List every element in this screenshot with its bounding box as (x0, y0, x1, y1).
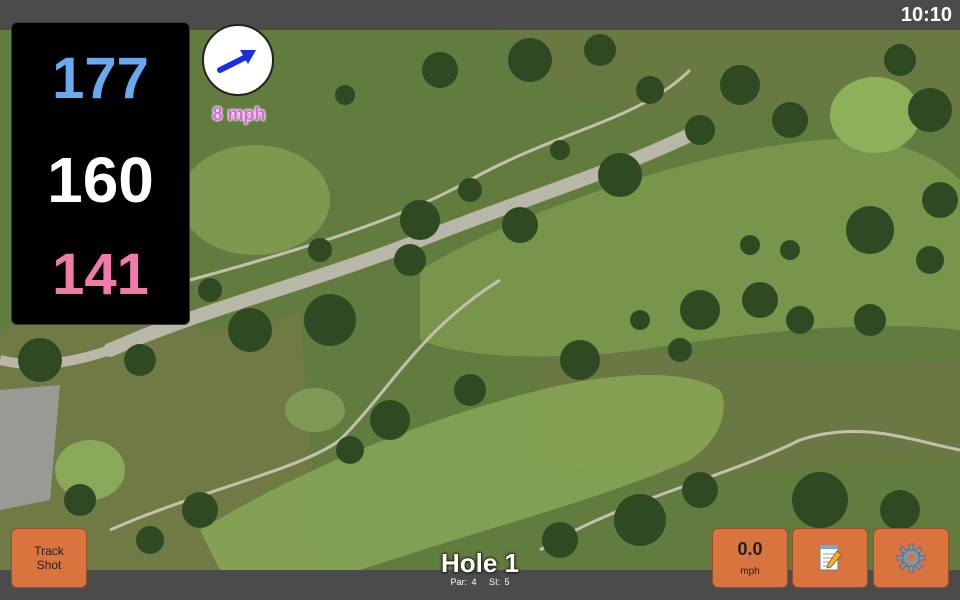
speed-button[interactable]: 0.0 mph (712, 528, 788, 588)
hole-stroke-index: SI: 5 (489, 577, 510, 587)
distance-center: 160 (47, 144, 154, 216)
hole-par: Par: 4 (450, 577, 477, 587)
speed-unit: mph (740, 566, 760, 577)
distance-panel: 177 160 141 (11, 22, 190, 325)
clock: 10:10 (900, 4, 952, 26)
wind-arrow-icon (217, 50, 256, 73)
distance-back: 177 (52, 46, 149, 111)
speed-value: 0.0 (737, 539, 763, 559)
hole-info: Par: 4 SI: 5 (380, 577, 580, 587)
wind-speed-label: 8 mph (212, 104, 266, 124)
settings-button[interactable] (873, 528, 949, 588)
distance-front: 141 (52, 242, 149, 307)
wind-indicator (202, 24, 274, 96)
track-shot-button[interactable]: Track Shot (11, 528, 87, 588)
track-shot-label-line2: Shot (36, 558, 62, 572)
track-shot-label-line1: Track (34, 544, 64, 558)
notepad-icon (819, 545, 842, 571)
notes-button[interactable] (792, 528, 868, 588)
hole-title: Hole 1 (440, 548, 520, 578)
gear-icon (896, 543, 926, 573)
